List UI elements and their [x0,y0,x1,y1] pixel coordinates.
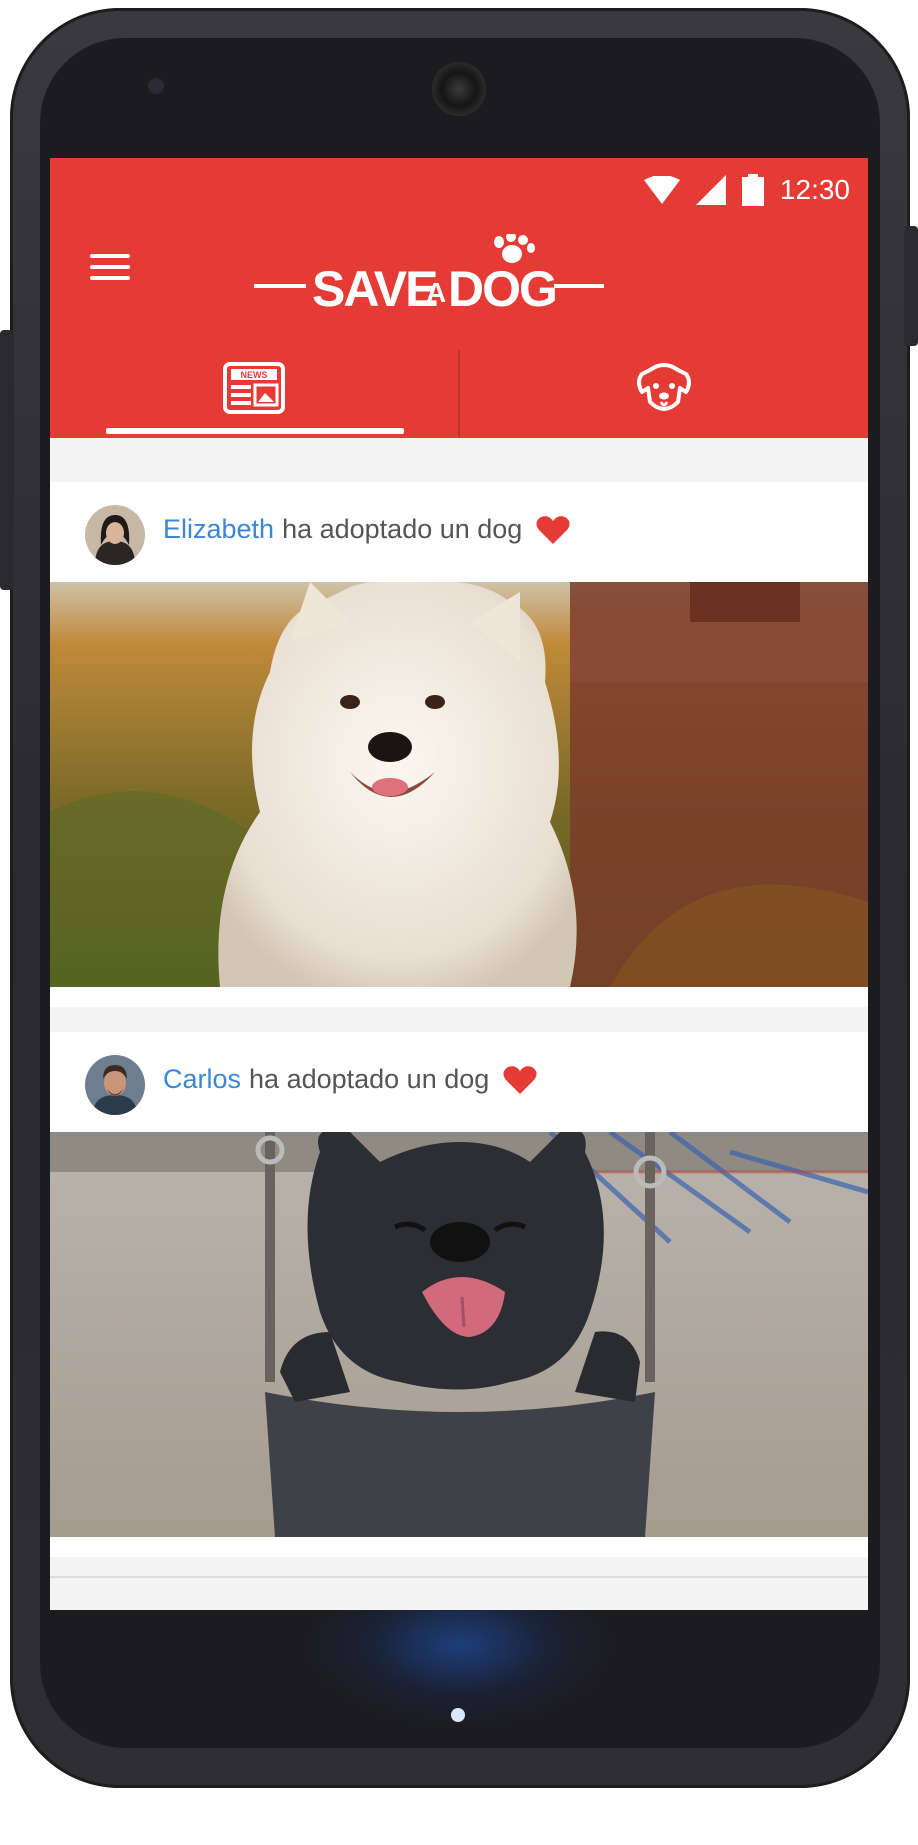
svg-text:DOG: DOG [448,261,556,314]
username-link[interactable]: Elizabeth [163,514,274,545]
app-bar: 12:30 SAVE A DOG NEWS [50,158,868,438]
wifi-icon [643,176,680,204]
proximity-sensor [148,78,164,94]
svg-text:SAVE: SAVE [312,261,437,314]
tab-dogs[interactable] [460,338,868,438]
clock: 12:30 [779,174,850,205]
feed-headline: Carlos ha adoptado un dog [163,1064,537,1095]
dog-photo-terrier[interactable] [50,582,868,987]
svg-text:A: A [426,277,446,308]
feed-action-text: ha adoptado un dog [282,514,523,544]
feed-card[interactable]: Carlos ha adoptado un dog [50,1032,868,1557]
save-a-dog-logo: SAVE A DOG [254,234,604,314]
power-button [904,226,918,346]
feed-headline: Elizabeth ha adoptado un dog [163,514,570,545]
username-link[interactable]: Carlos [163,1064,241,1095]
feed-divider [50,1576,868,1578]
svg-text:NEWS: NEWS [241,370,268,380]
front-camera [432,62,486,116]
feed-card[interactable]: Elizabeth ha adoptado un dog [50,482,868,1007]
card-header: Elizabeth ha adoptado un dog [50,482,868,582]
news-icon: NEWS [223,362,285,414]
feed-action-text: ha adoptado un dog [249,1064,490,1094]
avatar[interactable] [85,1055,145,1115]
selected-tab-indicator [106,428,404,434]
signal-icon [695,175,726,205]
tab-bar: NEWS [50,338,868,438]
battery-icon [741,174,764,206]
dog-face-icon [637,363,691,411]
avatar[interactable] [85,505,145,565]
card-header: Carlos ha adoptado un dog [50,1032,868,1132]
status-bar: 12:30 [643,170,850,210]
dog-photo-bulldog[interactable] [50,1132,868,1537]
volume-button [0,330,14,590]
heart-icon[interactable] [536,515,570,545]
hamburger-menu-icon[interactable] [90,254,130,282]
home-button[interactable] [451,1708,465,1722]
tab-news[interactable]: NEWS [50,338,458,438]
screen: 12:30 SAVE A DOG NEWS Elizabeth ha adopt… [50,158,868,1610]
heart-icon[interactable] [503,1065,537,1095]
